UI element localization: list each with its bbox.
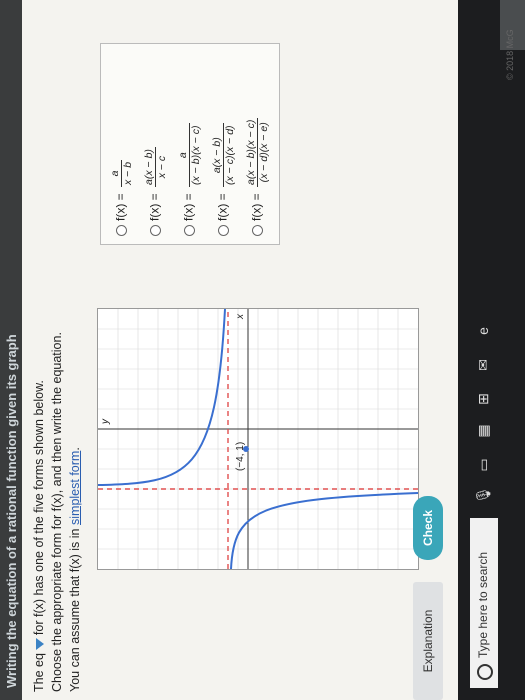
edge-icon[interactable]: e (475, 322, 491, 340)
cortana-icon[interactable] (477, 664, 493, 680)
option-3[interactable]: f(x) = a (x − b)(x − c) (177, 123, 202, 236)
graph-panel: (−4, 1) x y (97, 308, 419, 570)
problem-line-1: The eq for f(x) has one of the five forms… (32, 380, 46, 692)
folder-icon[interactable]: ▦ (475, 422, 491, 440)
store-icon[interactable]: ⊞ (475, 390, 491, 408)
curve-right (97, 308, 226, 486)
problem-line3-end: . (68, 447, 82, 451)
check-button[interactable]: Check (413, 496, 443, 560)
problem-line3-prefix: You can assume that f(x) is in (68, 528, 82, 692)
problem-line1-suffix: for f(x) has one of the five forms shown… (32, 380, 46, 636)
radio-icon[interactable] (184, 225, 195, 236)
graph-svg: (−4, 1) x y (97, 308, 419, 570)
rotated-screen: Writing the equation of a rational funct… (0, 0, 525, 700)
problem-line-2: Choose the appropriate form for f(x), an… (50, 332, 64, 692)
y-label: y (100, 418, 111, 425)
option-1[interactable]: f(x) = ax − b (109, 159, 134, 236)
options-panel: f(x) = ax − b f(x) = a(x − b) x − c f(x) … (100, 43, 280, 245)
problem-line-3: You can assume that f(x) is in simplest … (68, 447, 82, 692)
point-label: (−4, 1) (235, 442, 246, 471)
search-placeholder: Type here to search (476, 551, 490, 658)
option-4[interactable]: f(x) = a(x − b) (x − c)(x − d) (211, 123, 236, 236)
option-2[interactable]: f(x) = a(x − b) x − c (143, 147, 168, 236)
mail-icon[interactable]: ✉ (475, 356, 491, 374)
x-label: x (235, 313, 246, 320)
microphone-icon[interactable]: 🎙 (475, 486, 491, 504)
explanation-button[interactable]: Explanation (413, 582, 443, 700)
radio-icon[interactable] (252, 225, 263, 236)
dropdown-icon[interactable] (35, 638, 44, 651)
task-view-icon[interactable]: ▭ (475, 456, 491, 474)
option-5[interactable]: f(x) = a(x − b)(x − c) (x − d)(x − e) (245, 117, 270, 236)
page-title: Writing the equation of a rational funct… (4, 334, 19, 688)
simplest-form-link[interactable]: simplest form (68, 451, 82, 525)
curve-left (230, 492, 419, 570)
copyright-text: © 2018 McG (505, 29, 515, 80)
header-bar: Writing the equation of a rational funct… (0, 0, 22, 700)
radio-icon[interactable] (150, 225, 161, 236)
radio-icon[interactable] (218, 225, 229, 236)
radio-icon[interactable] (116, 225, 127, 236)
problem-line1-prefix: The eq (32, 653, 46, 692)
